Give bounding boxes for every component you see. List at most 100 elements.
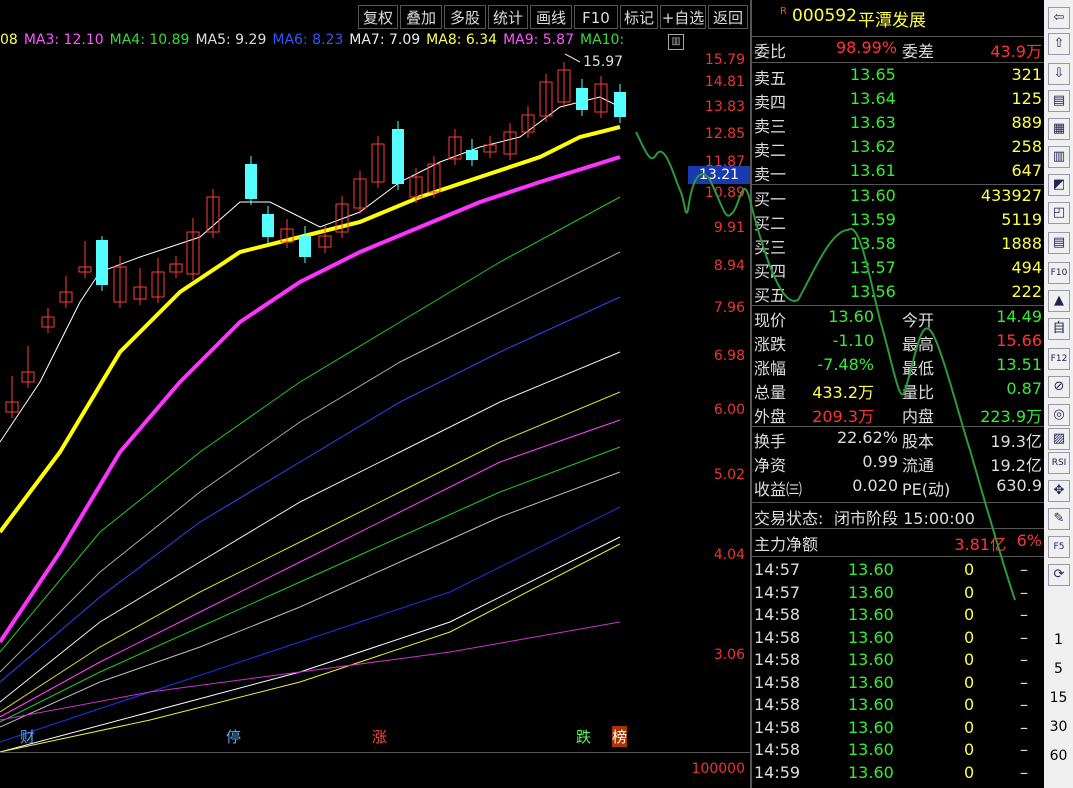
tick-direction: – [1020,740,1028,759]
tick-volume: 0 [964,717,975,737]
ma-legend-item: MA9: 5.87 [503,32,574,48]
tick-volume: 0 [964,672,975,692]
side-tool-icon[interactable]: ◩ [1048,174,1070,196]
side-toolbar: ⇦ ⇧ ⇩ ▤ ▦ ▥ ◩ ◰ ▤ F10 ▲ 自 F12 ⊘ ◎ ▨ RSI ✥ ✎ F5 ⟳ 1 5 15 30 60 [1044,0,1073,788]
tick-time: 14:58 [754,717,801,737]
candle-body [576,88,588,110]
ma-legend-item: 08 [0,32,18,48]
period-button[interactable]: 30 [1044,719,1073,735]
side-tool-icon[interactable]: ◰ [1048,202,1070,224]
side-tool-icon[interactable]: ▲ [1048,290,1070,312]
settings-icon[interactable]: ▥ [668,34,684,50]
period-button[interactable]: 60 [1044,748,1073,764]
side-tool-icon[interactable]: ⊘ [1048,376,1070,398]
side-tool-icon[interactable]: F5 [1048,536,1070,558]
ma-legend-item: MA3: 12.10 [23,32,104,48]
side-tool-icon[interactable]: ▨ [1048,428,1070,450]
tick-volume: 0 [964,740,975,759]
toolbar-button-7[interactable]: +自选 [660,5,706,29]
tick-volume: 0 [964,627,975,647]
candle-body [614,92,626,117]
tick-direction: – [1020,717,1028,737]
volume-axis-label: 100000 [691,761,745,777]
period-button[interactable]: 15 [1044,690,1073,706]
tick-price: 13.60 [848,762,894,782]
side-tool-icon[interactable]: RSI [1048,452,1070,474]
tick-direction: – [1020,695,1028,714]
divider [752,62,1044,63]
candle-body [96,240,108,285]
ask-label: 卖五 [754,69,787,88]
toolbar-button-1[interactable]: 叠加 [400,5,442,29]
chart-event-tag[interactable]: 涨 [372,726,387,747]
ma-line-14 [0,621,621,721]
price-axis-label: 15.79 [704,52,745,68]
tick-price: 13.60 [848,695,894,714]
side-tool-icon[interactable]: F10 [1048,262,1070,284]
info-row: 卖五 13.65 321 [752,65,1044,88]
period-button[interactable]: 1 [1044,632,1073,648]
high-pointer [564,53,581,63]
side-tool-icon[interactable]: ▤ [1048,90,1070,112]
toolbar-button-2[interactable]: 多股 [444,5,486,29]
chart-event-tag[interactable]: 跌 [576,726,591,747]
weibi-label: 委比 [754,42,787,61]
toolbar-button-6[interactable]: 标记 [620,5,658,29]
toolbar-button-8[interactable]: 返回 [708,5,748,29]
candle-body [262,214,274,237]
tick-price: 13.60 [848,740,894,759]
chart-event-tag[interactable]: 停 [226,726,241,747]
tick-row: 14:58 13.60 0 – [752,628,1044,651]
period-button[interactable]: 5 [1044,661,1073,677]
price-axis-label: 14.81 [704,74,745,90]
toolbar-button-0[interactable]: 复权 [358,5,398,29]
side-tool-icon[interactable]: ⇧ [1048,33,1070,55]
side-tool-icon[interactable]: ▦ [1048,118,1070,140]
side-tool-icon[interactable]: ▤ [1048,232,1070,254]
chart-event-tag[interactable]: 榜 [612,726,628,747]
divider [0,752,750,753]
ma-line-4 [0,251,621,673]
tick-time: 14:58 [754,695,801,714]
side-tool-icon[interactable]: ▥ [1048,146,1070,168]
kline-chart[interactable]: 15.97 [0,52,688,752]
chart-event-tag[interactable]: 财 [20,726,35,747]
ma-line-8 [0,419,621,718]
ma-legend-item: MA4: 10.89 [109,32,190,48]
tick-volume: 0 [964,650,975,669]
side-tool-icon[interactable]: ⟳ [1048,564,1070,586]
side-tool-icon[interactable]: ⇦ [1048,7,1070,29]
tick-price: 13.60 [848,627,894,647]
ask-price: 13.65 [850,65,896,84]
tick-direction: – [1020,650,1028,669]
side-tool-icon[interactable]: ◎ [1048,404,1070,426]
ma-line-13 [0,543,621,752]
side-tool-icon[interactable]: ✎ [1048,508,1070,530]
tick-volume: 0 [964,695,975,714]
tick-price: 13.60 [848,672,894,692]
tick-price: 13.60 [848,650,894,669]
ma-legend: 08 MA3: 12.10 MA4: 10.89 MA5: 9.29 MA6: 8.23… [0,32,688,52]
weicha-label: 委差 [902,42,935,61]
price-axis-label: 13.83 [704,99,745,115]
weicha-value: 43.9万 [990,42,1042,61]
ma-legend-item: MA10: [579,32,625,48]
ma-line-10 [0,471,621,728]
toolbar-button-4[interactable]: 画线 [530,5,572,29]
toolbar-button-5[interactable]: F10 [574,5,618,29]
side-tool-icon[interactable]: 自 [1048,318,1070,340]
ma-legend-item: MA8: 6.34 [426,32,498,48]
candle-body [466,150,478,160]
toolbar-button-3[interactable]: 统计 [488,5,528,29]
divider [752,36,1044,37]
ma-line-7 [0,391,621,713]
stock-flag: R [780,6,787,17]
side-tool-icon[interactable]: ⇩ [1048,63,1070,85]
tick-direction: – [1020,762,1028,782]
side-tool-icon[interactable]: F12 [1048,348,1070,370]
tick-direction: – [1020,627,1028,647]
tick-row: 14:58 13.60 0 – [752,695,1044,718]
side-tool-icon[interactable]: ✥ [1048,480,1070,502]
tick-row: 14:58 13.60 0 – [752,740,1044,763]
ask-label: 卖四 [754,93,787,112]
